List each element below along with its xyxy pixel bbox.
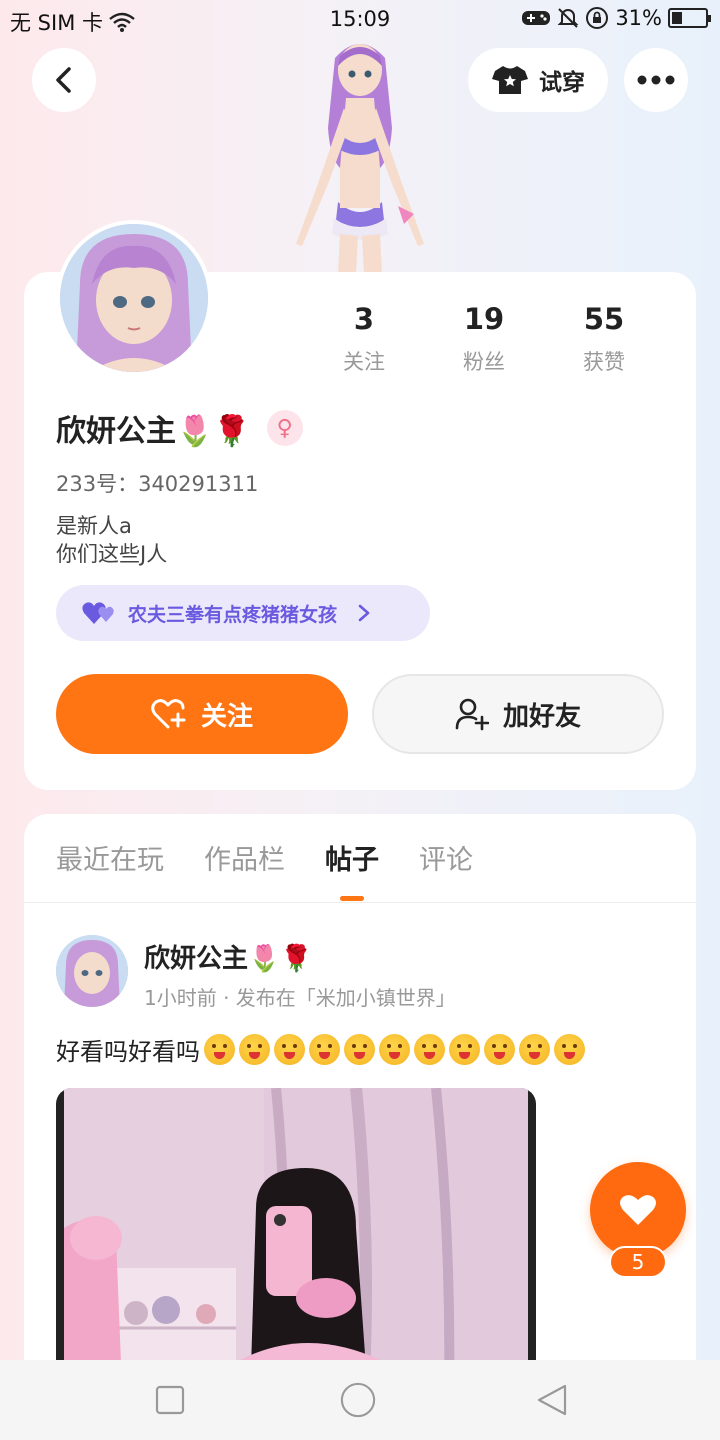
profile-tabs: 最近在玩 作品栏 帖子 评论 [56,838,473,901]
stat-following[interactable]: 3 关注 [314,302,414,376]
post-author-name[interactable]: 欣妍公主🌷🌹 [144,938,313,975]
heart-plus-icon [151,699,186,729]
gamepad-icon [522,11,551,25]
drooling-face-emoji [449,1034,480,1065]
battery-percent: 31% [615,6,662,30]
fans-label: 粉丝 [463,350,505,374]
follow-label: 关注 [200,701,253,732]
tabs-divider [24,902,696,903]
back-arrow-icon [56,67,71,93]
avatar-3d-character[interactable] [280,38,440,274]
group-chip-label: 农夫三拳有点疼猪猪女孩 [128,603,338,626]
drooling-face-emoji [239,1034,270,1065]
back-nav-button[interactable] [534,1382,570,1418]
tab-posts[interactable]: 帖子 [325,838,379,901]
tshirt-icon [492,66,528,94]
add-friend-label: 加好友 [502,701,581,732]
profile-avatar[interactable] [56,220,212,376]
profile-bio: 是新人a 你们这些J人 [56,512,167,568]
mute-bell-icon [557,8,579,28]
profile-stats: 3 关注 19 粉丝 55 获赞 [314,302,654,376]
like-fab-button[interactable] [590,1162,686,1258]
profile-username: 欣妍公主🌷🌹 [56,414,251,449]
profile-uid[interactable]: 233号：340291311 [56,468,258,498]
add-friend-button[interactable]: 加好友 [372,674,664,754]
heart-icon [620,1195,656,1225]
likes-label: 获赞 [583,350,625,374]
fans-count: 19 [463,302,505,336]
drooling-face-emoji [344,1034,375,1065]
drooling-face-emoji [274,1034,305,1065]
back-button[interactable] [32,48,96,112]
drooling-face-emoji [519,1034,550,1065]
status-bar: 无 SIM 卡 15:09 31% [0,0,720,38]
more-dots-icon [637,75,675,85]
follow-button[interactable]: 关注 [56,674,348,754]
drooling-face-emoji [484,1034,515,1065]
stat-likes[interactable]: 55 获赞 [554,302,654,376]
post-text[interactable]: 好看吗好看吗 [56,1032,585,1067]
square-icon [155,1385,185,1415]
drooling-face-emoji [379,1034,410,1065]
triangle-back-icon [537,1384,567,1416]
likes-count: 55 [583,302,625,336]
try-on-button[interactable]: 试穿 [468,48,608,112]
drooling-face-emoji [309,1034,340,1065]
tab-recent-play[interactable]: 最近在玩 [56,838,164,877]
following-count: 3 [353,302,375,336]
like-count-badge: 5 [609,1246,667,1278]
emoji-row [200,1034,585,1065]
post-meta: 1小时前 · 发布在「米加小镇世界」 [144,986,456,1010]
add-user-icon [455,698,489,731]
circle-icon [340,1382,376,1418]
tab-comments[interactable]: 评论 [419,838,473,877]
more-button[interactable] [624,48,688,112]
avatar-image [60,224,208,372]
home-button[interactable] [340,1382,376,1418]
post-avatar-image [56,935,128,1007]
rotation-lock-icon [586,7,609,29]
post-text-content: 好看吗好看吗 [56,1038,200,1066]
battery-icon [668,8,711,28]
stat-fans[interactable]: 19 粉丝 [434,302,534,376]
following-label: 关注 [343,350,385,374]
bio-line-2: 你们这些J人 [56,542,168,566]
tab-works[interactable]: 作品栏 [204,838,285,877]
drooling-face-emoji [204,1034,235,1065]
drooling-face-emoji [554,1034,585,1065]
status-right: 31% [521,6,711,30]
drooling-face-emoji [414,1034,445,1065]
post-author-avatar[interactable] [56,935,128,1007]
username-row: 欣妍公主🌷🌹 ♀ [56,406,303,450]
group-chip[interactable]: 农夫三拳有点疼猪猪女孩 [56,585,430,641]
recents-button[interactable] [152,1382,188,1418]
system-nav-bar [0,1360,720,1440]
gender-female-icon: ♀ [266,410,303,446]
try-on-label: 试穿 [539,70,585,96]
double-heart-icon [82,602,114,624]
content-card: 最近在玩 作品栏 帖子 评论 欣妍公主🌷🌹 1小时前 · 发布在「米加小镇世界」… [24,814,696,1440]
chevron-right-icon [358,604,370,622]
bio-line-1: 是新人a [56,514,132,538]
